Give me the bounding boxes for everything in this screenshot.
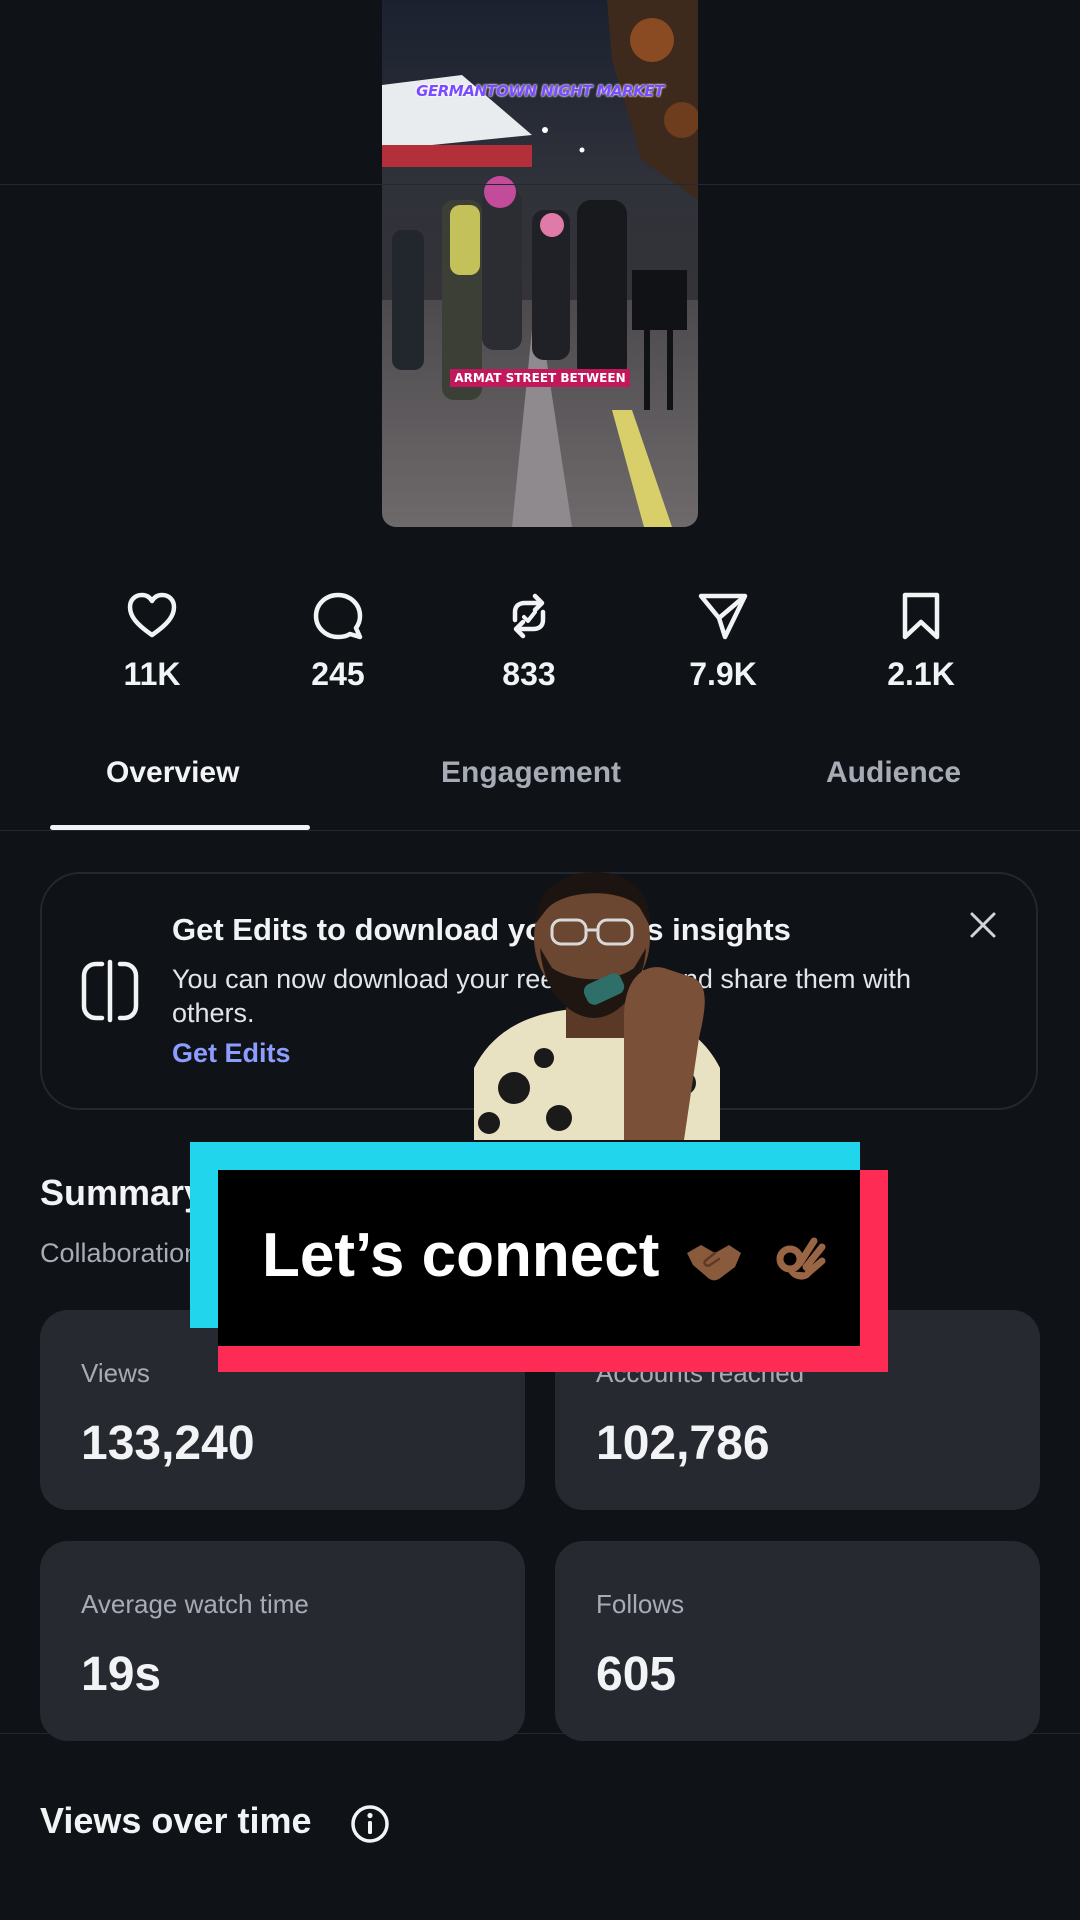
creator-photo — [474, 872, 720, 1140]
creator-video-overlay — [474, 868, 720, 1140]
tab-audience[interactable]: Audience — [826, 756, 961, 790]
views-value: 133,240 — [81, 1417, 255, 1470]
shares-count: 7.9K — [689, 656, 757, 692]
video-caption-mid-text: ARMAT STREET BETWEEN — [450, 369, 630, 387]
reposts-stat[interactable]: 833 — [469, 590, 589, 693]
views-label: Views — [81, 1358, 150, 1388]
share-icon — [698, 593, 748, 640]
reposts-count: 833 — [502, 656, 556, 692]
average-watch-time-value: 19s — [81, 1648, 162, 1701]
follows-card: Follows 605 — [555, 1541, 1040, 1741]
video-caption-mid: ARMAT STREET BETWEEN — [382, 369, 698, 387]
get-edits-link[interactable]: Get Edits — [172, 1038, 291, 1069]
follows-value: 605 — [596, 1648, 677, 1701]
info-icon[interactable] — [350, 1804, 390, 1844]
edits-app-icon — [81, 959, 139, 1023]
divider-bottom — [0, 1733, 1080, 1734]
tab-engagement[interactable]: Engagement — [441, 756, 621, 790]
tabs-divider — [0, 830, 1080, 831]
shares-stat[interactable]: 7.9K — [663, 590, 783, 693]
summary-subtitle: Collaboration — [40, 1238, 200, 1268]
divider-top — [0, 184, 1080, 185]
likes-count: 11K — [123, 656, 181, 692]
comment-icon — [313, 592, 363, 640]
heart-icon — [127, 592, 177, 638]
saves-count: 2.1K — [887, 656, 955, 692]
comments-count: 245 — [311, 656, 365, 692]
bookmark-icon — [902, 592, 940, 640]
close-icon[interactable] — [968, 910, 998, 940]
repost-icon — [512, 593, 546, 639]
likes-stat[interactable]: 11K — [92, 590, 212, 693]
accounts-reached-value: 102,786 — [596, 1417, 770, 1470]
video-caption-top: GERMANTOWN NIGHT MARKET — [416, 82, 664, 100]
follows-label: Follows — [596, 1589, 685, 1619]
banner-label: Let’s connect — [262, 1221, 660, 1290]
comments-stat[interactable]: 245 — [278, 590, 398, 693]
handshake-emoji — [686, 1244, 741, 1280]
views-over-time-title: Views over time — [40, 1800, 312, 1841]
night-market-photo — [382, 0, 698, 527]
saves-stat[interactable]: 2.1K — [861, 590, 981, 693]
reel-thumbnail[interactable]: GERMANTOWN NIGHT MARKET ARMAT STREET BET… — [382, 0, 698, 527]
summary-title: Summary — [40, 1172, 205, 1213]
tab-overview[interactable]: Overview — [106, 756, 239, 790]
ok-hand-emoji — [776, 1237, 826, 1280]
average-watch-time-label: Average watch time — [81, 1589, 309, 1619]
banner-text: Let’s connect — [262, 1220, 826, 1291]
average-watch-time-card: Average watch time 19s — [40, 1541, 525, 1741]
